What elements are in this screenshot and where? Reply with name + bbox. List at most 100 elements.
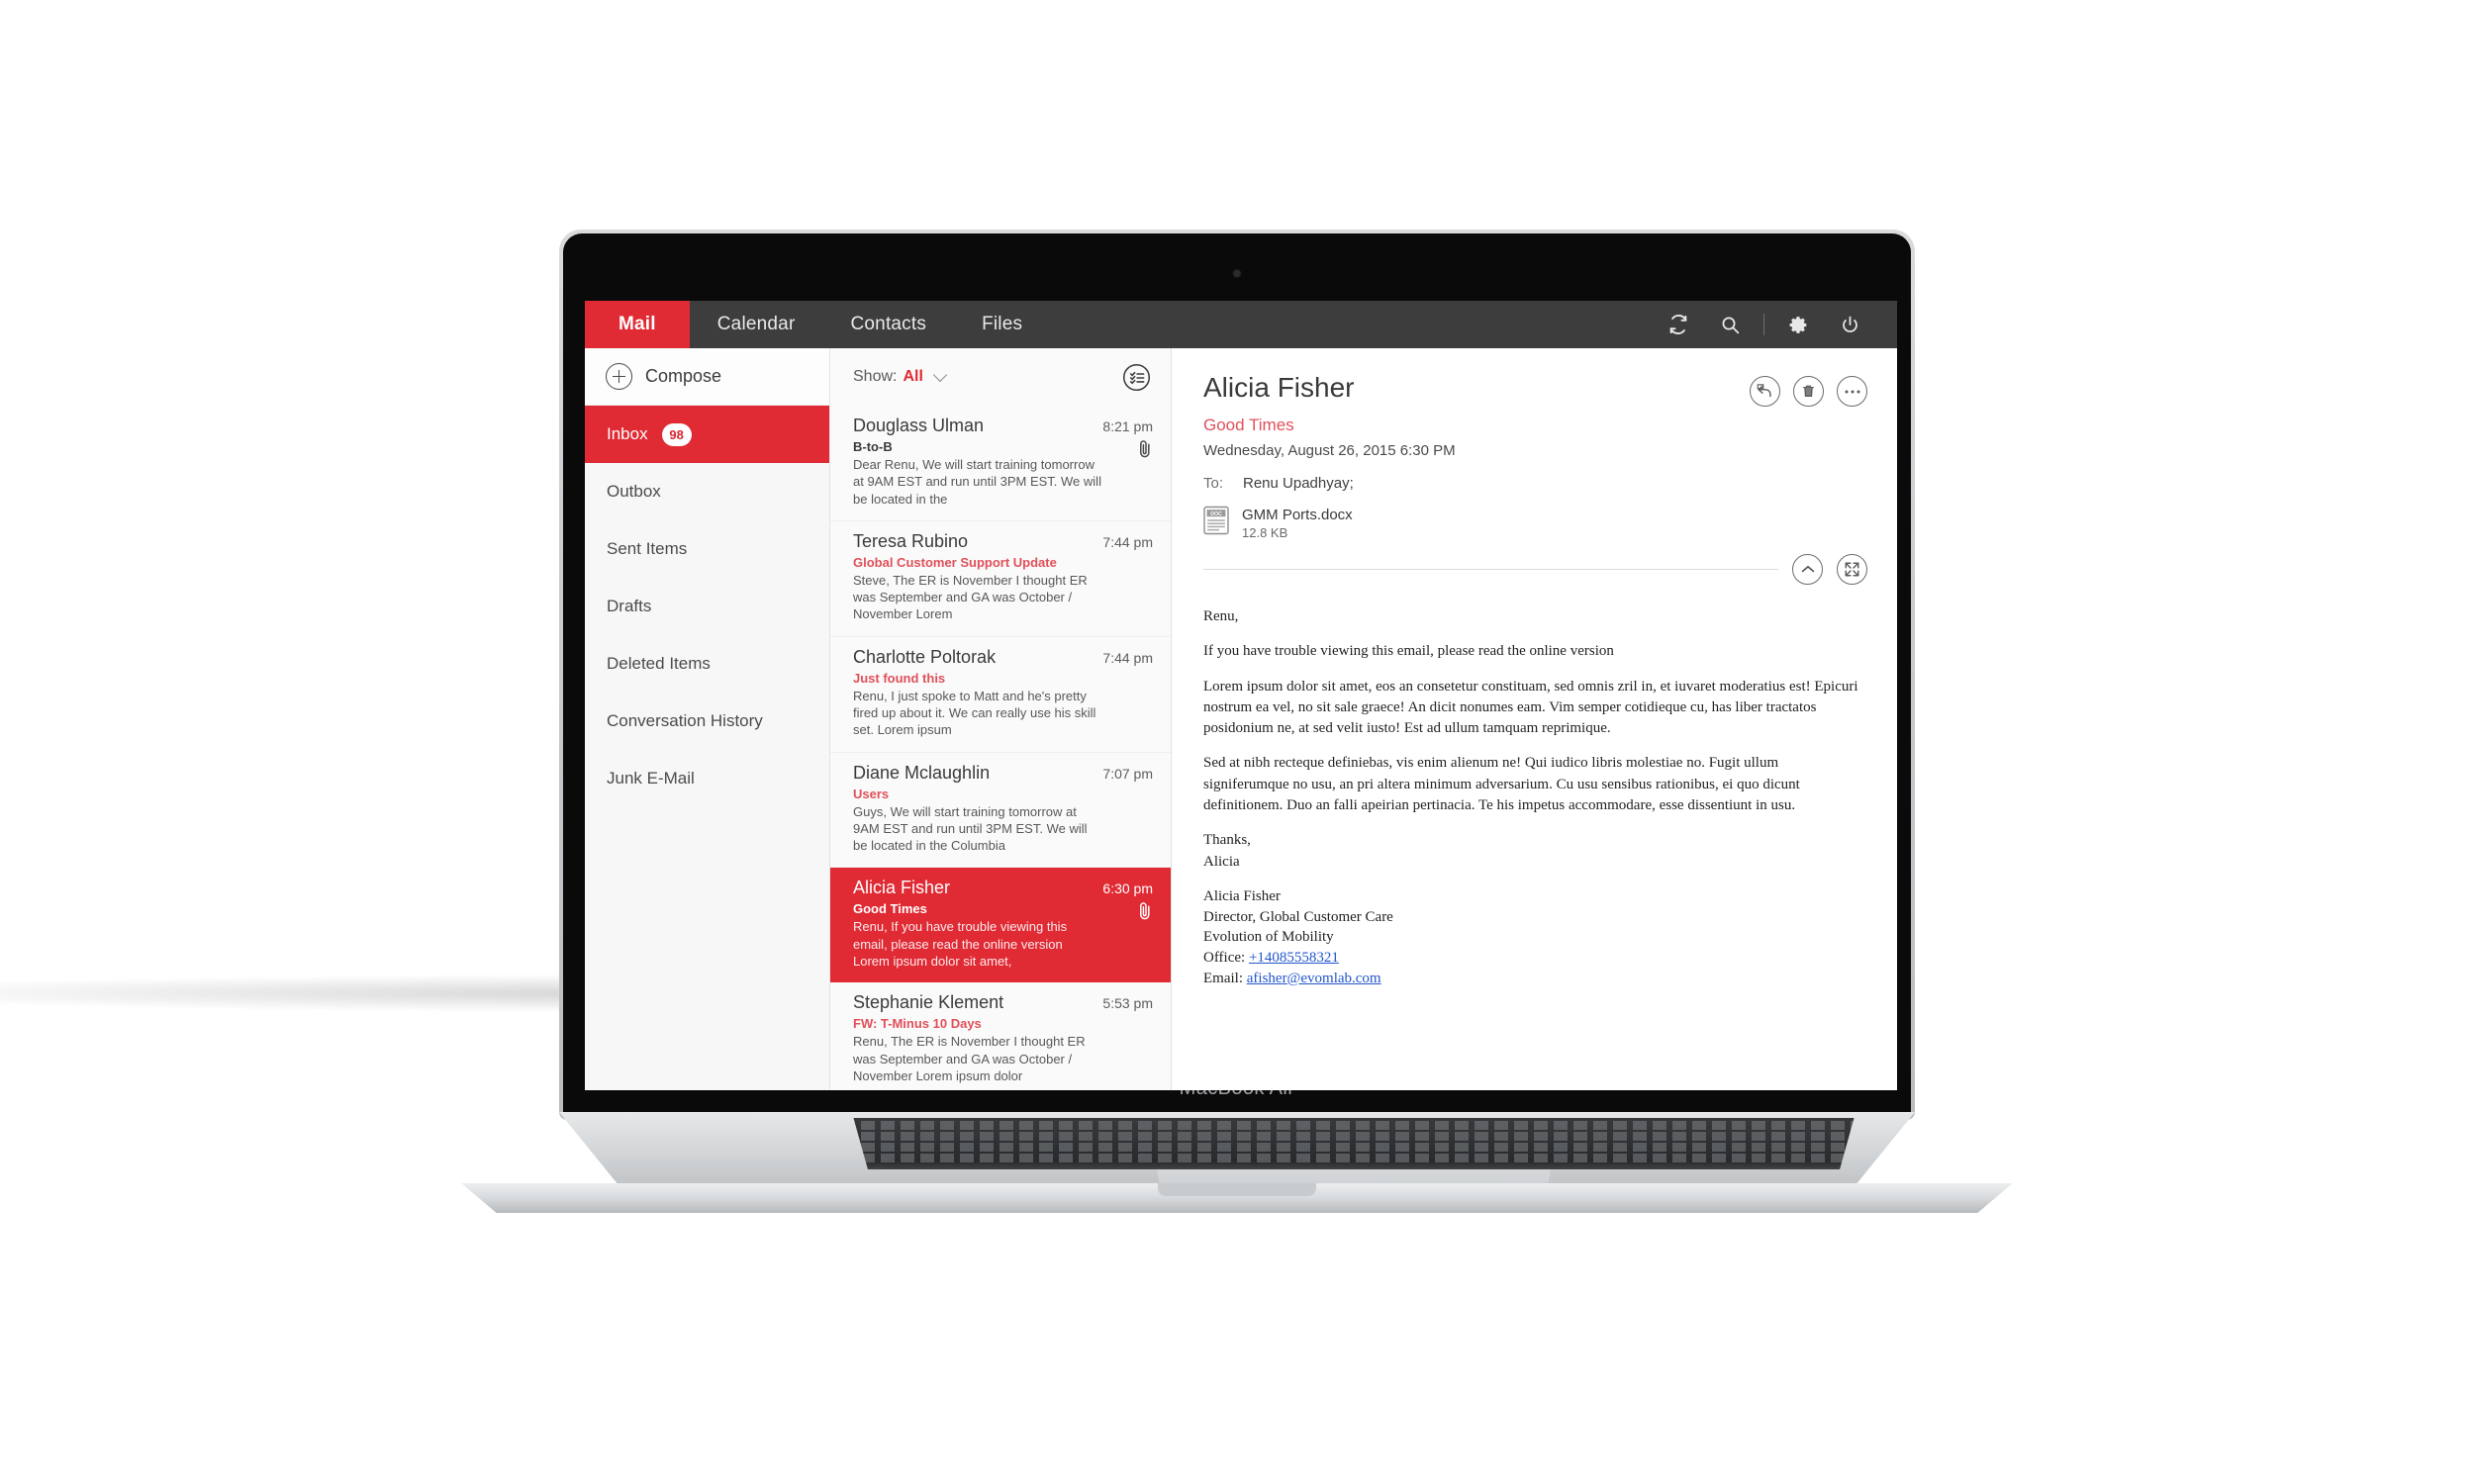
- attachment-meta: GMM Ports.docx 12.8 KB: [1242, 507, 1353, 540]
- app-body: Compose Inbox 98 Outbox Sent Items Draft…: [585, 348, 1897, 1090]
- message-list-item[interactable]: Douglass Ulman 8:21 pm B-to-B Dear Renu,…: [830, 406, 1171, 521]
- topbar-actions: [1653, 301, 1897, 348]
- email-sender-name: Alicia Fisher: [1203, 372, 1355, 403]
- screenshot-stage: MacBook Air Mail Calendar Contacts Files: [0, 0, 2474, 1484]
- tab-files[interactable]: Files: [954, 301, 1050, 348]
- email-subject: Good Times: [1203, 416, 1294, 434]
- signature-email-link[interactable]: afisher@evomlab.com: [1247, 971, 1381, 986]
- list-view-options-icon[interactable]: [1122, 363, 1151, 392]
- message-subject: B-to-B: [853, 439, 893, 454]
- tab-contacts[interactable]: Contacts: [822, 301, 954, 348]
- refresh-icon[interactable]: [1653, 301, 1704, 348]
- message-row-top: Diane Mclaughlin 7:07 pm: [853, 763, 1153, 784]
- laptop-bezel: MacBook Air Mail Calendar Contacts Files: [563, 233, 1911, 1120]
- sidebar-item-deleted-items[interactable]: Deleted Items: [585, 635, 829, 693]
- attachment-icon: [1137, 439, 1153, 459]
- header-divider-row: [1203, 554, 1867, 585]
- more-options-icon[interactable]: [1837, 376, 1867, 407]
- laptop-base: [442, 1112, 2032, 1215]
- message-list-item[interactable]: Diane Mclaughlin 7:07 pm Users Guys, We …: [830, 753, 1171, 869]
- sidebar-item-drafts[interactable]: Drafts: [585, 578, 829, 635]
- sidebar-item-label: Deleted Items: [607, 654, 711, 673]
- message-list-item[interactable]: Teresa Rubino 7:44 pm Global Customer Su…: [830, 521, 1171, 637]
- chevron-down-icon[interactable]: [932, 367, 947, 382]
- message-preview: Renu, If you have trouble viewing this e…: [853, 919, 1068, 969]
- message-time: 8:21 pm: [1102, 418, 1153, 434]
- webcam-icon: [1233, 270, 1241, 277]
- attachment-filesize: 12.8 KB: [1242, 524, 1288, 540]
- sidebar-item-junk-email[interactable]: Junk E-Mail: [585, 750, 829, 807]
- email-closing: Thanks,: [1203, 832, 1251, 849]
- signature-email-row: Email: afisher@evomlab.com: [1203, 969, 1867, 989]
- show-filter-value[interactable]: All: [903, 368, 922, 386]
- message-subject: Good Times: [853, 901, 927, 917]
- collapse-header-icon[interactable]: [1792, 554, 1823, 585]
- message-list-item[interactable]: Stephanie Klement 5:53 pm FW: T-Minus 10…: [830, 982, 1171, 1090]
- message-time: 7:44 pm: [1102, 533, 1153, 550]
- email-recipients-row: To: Renu Upadhyay;: [1203, 475, 1867, 492]
- message-sender: Teresa Rubino: [853, 530, 969, 551]
- sidebar-item-conversation-history[interactable]: Conversation History: [585, 693, 829, 750]
- signature-office-row: Office: +14085558321: [1203, 948, 1867, 969]
- macbook-air-device: MacBook Air Mail Calendar Contacts Files: [461, 230, 2013, 1213]
- keyboard: [853, 1118, 1855, 1169]
- email-greeting: Renu,: [1203, 608, 1239, 624]
- message-row-top: Douglass Ulman 8:21 pm: [853, 416, 1153, 436]
- signature-phone-link[interactable]: +14085558321: [1249, 950, 1339, 966]
- message-sender: Charlotte Poltorak: [853, 646, 997, 667]
- signature-title: Director, Global Customer Care: [1203, 908, 1393, 925]
- message-row-top: Charlotte Poltorak 7:44 pm: [853, 647, 1153, 668]
- inbox-unread-badge: 98: [661, 422, 692, 446]
- expand-fullscreen-icon[interactable]: [1837, 554, 1867, 585]
- power-icon[interactable]: [1824, 301, 1875, 348]
- sidebar-item-sent-items[interactable]: Sent Items: [585, 520, 829, 578]
- gear-icon[interactable]: [1772, 301, 1824, 348]
- app-screen: Mail Calendar Contacts Files Compose Inb…: [585, 301, 1897, 1090]
- sidebar-item-label: Inbox: [607, 424, 648, 443]
- sidebar: Compose Inbox 98 Outbox Sent Items Draft…: [585, 348, 830, 1090]
- sidebar-item-outbox[interactable]: Outbox: [585, 463, 829, 520]
- reply-icon[interactable]: [1750, 376, 1780, 407]
- message-subject: Users: [853, 786, 890, 801]
- tab-mail[interactable]: Mail: [585, 301, 690, 348]
- message-list-item-selected[interactable]: Alicia Fisher 6:30 pm Good Times Renu, I…: [830, 868, 1171, 983]
- sidebar-item-label: Conversation History: [607, 711, 763, 730]
- email-attachment[interactable]: DOC GMM Ports.docx 12.8 KB: [1203, 506, 1867, 540]
- message-preview: Dear Renu, We will start training tomorr…: [853, 457, 1101, 507]
- delete-icon[interactable]: [1793, 376, 1824, 407]
- email-paragraph-1: Lorem ipsum dolor sit amet, eos an conse…: [1203, 678, 1858, 737]
- plus-icon: [606, 363, 632, 390]
- to-label: To:: [1203, 475, 1224, 492]
- doc-file-icon: DOC: [1203, 506, 1229, 540]
- email-body: Renu, If you have trouble viewing this e…: [1203, 606, 1867, 988]
- message-subject: Just found this: [853, 670, 946, 686]
- reading-pane-actions: [1750, 372, 1867, 407]
- signature-company: Evolution of Mobility: [1203, 929, 1334, 946]
- top-navigation-bar: Mail Calendar Contacts Files: [585, 301, 1897, 348]
- lid-notch: [1158, 1183, 1316, 1196]
- laptop-lid: MacBook Air Mail Calendar Contacts Files: [559, 230, 1915, 1120]
- email-date: Wednesday, August 26, 2015 6:30 PM: [1203, 442, 1456, 459]
- tab-calendar[interactable]: Calendar: [690, 301, 823, 348]
- message-row-top: Alicia Fisher 6:30 pm: [853, 878, 1153, 898]
- search-icon[interactable]: [1704, 301, 1756, 348]
- sidebar-item-inbox[interactable]: Inbox 98: [585, 406, 829, 463]
- message-subject: Global Customer Support Update: [853, 554, 1057, 570]
- signature-name: Alicia Fisher: [1203, 887, 1281, 904]
- compose-button[interactable]: Compose: [585, 348, 829, 406]
- reading-pane-header: Alicia Fisher: [1203, 372, 1867, 407]
- attachment-icon: [1137, 901, 1153, 921]
- message-row-top: Stephanie Klement 5:53 pm: [853, 992, 1153, 1013]
- compose-label: Compose: [645, 366, 722, 386]
- message-row-top: Teresa Rubino 7:44 pm: [853, 531, 1153, 552]
- sidebar-item-label: Junk E-Mail: [607, 769, 695, 788]
- message-items: Douglass Ulman 8:21 pm B-to-B Dear Renu,…: [830, 406, 1171, 1090]
- message-subject: FW: T-Minus 10 Days: [853, 1016, 982, 1032]
- svg-text:DOC: DOC: [1210, 511, 1222, 517]
- to-recipient[interactable]: Renu Upadhyay;: [1243, 475, 1354, 492]
- divider: [1203, 569, 1778, 570]
- message-sender: Alicia Fisher: [853, 878, 951, 898]
- message-list-item[interactable]: Charlotte Poltorak 7:44 pm Just found th…: [830, 637, 1171, 753]
- laptop-base-top: [559, 1112, 1915, 1187]
